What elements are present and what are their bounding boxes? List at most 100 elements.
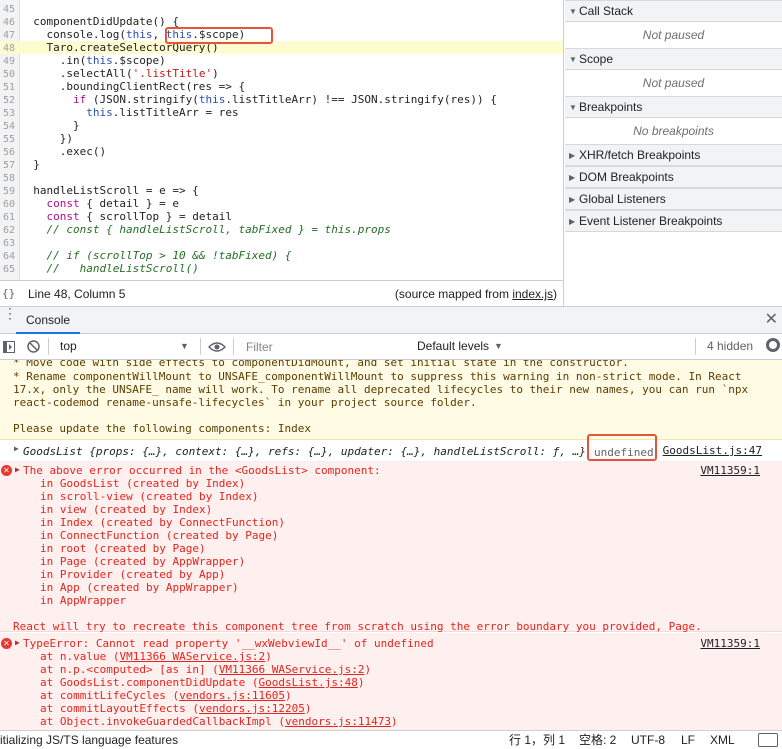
logged-object[interactable]: GoodsList {props: {…}, context: {…}, ref… bbox=[23, 445, 586, 458]
cursor-line-col[interactable]: 行 1，列 1 bbox=[509, 731, 565, 749]
stack-frame: at commitLifeCycles (vendors.js:11605) bbox=[40, 689, 292, 702]
code-line[interactable]: 58 bbox=[0, 171, 563, 184]
close-drawer-icon[interactable]: ✕ bbox=[765, 311, 778, 329]
frame-source-link[interactable]: vendors.js:11605 bbox=[179, 689, 285, 702]
frame-source-link[interactable]: GoodsList.js:48 bbox=[259, 676, 358, 689]
code-line[interactable]: 56 .exec() bbox=[0, 145, 563, 158]
line-number[interactable]: 65 bbox=[0, 263, 20, 276]
language-mode[interactable]: XML bbox=[710, 731, 735, 749]
code-line[interactable]: 60 const { detail } = e bbox=[0, 197, 563, 210]
tab-console[interactable]: Console bbox=[16, 307, 81, 334]
component-stack-line: in root (created by Page) bbox=[40, 542, 206, 555]
react-error-message: ✕ ▶ The above error occurred in the <Goo… bbox=[0, 462, 782, 633]
collapse-triangle-icon: ▼ bbox=[569, 103, 577, 112]
pane-global-listeners[interactable]: ▶ Global Listeners bbox=[565, 188, 782, 210]
context-dropdown-icon[interactable]: ▼ bbox=[180, 334, 189, 359]
code-line[interactable]: 59 handleListScroll = e => { bbox=[0, 184, 563, 197]
pane-title: Event Listener Breakpoints bbox=[579, 214, 723, 228]
code-line[interactable]: 63 bbox=[0, 236, 563, 249]
frame-function: at Object.invokeGuardedCallbackImpl ( bbox=[40, 715, 286, 728]
stack-frame: at Object.invokeGuardedCallbackImpl (ven… bbox=[40, 715, 398, 728]
expand-error-icon[interactable]: ▶ bbox=[15, 638, 20, 647]
pane-call-stack[interactable]: ▼ Call Stack bbox=[565, 0, 782, 22]
clear-console-icon[interactable] bbox=[27, 340, 40, 353]
pane-breakpoints[interactable]: ▼ Breakpoints bbox=[565, 96, 782, 118]
indent-spaces[interactable]: 空格: 2 bbox=[579, 731, 616, 749]
warning-line: * Move code with side effects to compone… bbox=[13, 360, 629, 369]
component-stack-line: in Index (created by ConnectFunction) bbox=[40, 516, 286, 529]
code-line[interactable]: 49 .in(this.$scope) bbox=[0, 54, 563, 67]
code-line[interactable]: 54 } bbox=[0, 119, 563, 132]
file-encoding[interactable]: UTF-8 bbox=[631, 731, 665, 749]
expand-triangle-icon: ▶ bbox=[569, 217, 576, 226]
source-editor[interactable]: 45 46 componentDidUpdate() {47 console.lo… bbox=[0, 0, 564, 280]
frame-source-link[interactable]: VM11366 WAService.js:2 bbox=[119, 650, 265, 663]
error-icon: ✕ bbox=[1, 465, 12, 476]
frame-source-link[interactable]: vendors.js:11473 bbox=[285, 715, 391, 728]
code-text: if (JSON.stringify(this.listTitleArr) !=… bbox=[72, 93, 497, 106]
code-line[interactable]: 47 console.log(this, this.$scope) bbox=[0, 28, 563, 41]
pane-scope[interactable]: ▼ Scope bbox=[565, 48, 782, 70]
error-heading: The above error occurred in the <GoodsLi… bbox=[23, 464, 381, 477]
collapse-triangle-icon: ▼ bbox=[569, 55, 577, 64]
console-toolbar: top ▼ Default levels ▼ 4 hidden bbox=[0, 334, 782, 360]
drawer-menu-icon[interactable]: ⋮ bbox=[3, 306, 17, 320]
live-expression-eye-icon[interactable] bbox=[208, 341, 226, 353]
stack-frame: at n.p.<computed> [as in] (VM11366 WASer… bbox=[40, 663, 371, 676]
warning-line: 17.x, only the UNSAFE_ name will work. T… bbox=[13, 383, 749, 396]
frame-source-link[interactable]: VM11366 WAService.js:2 bbox=[219, 663, 365, 676]
code-line[interactable]: 65 // handleListScroll() bbox=[0, 262, 563, 275]
frame-function: at GoodsList.componentDidUpdate ( bbox=[40, 676, 259, 689]
code-line[interactable]: 51 .boundingClientRect(res => { bbox=[0, 80, 563, 93]
frame-close: ) bbox=[265, 650, 272, 663]
context-selector[interactable]: top bbox=[60, 334, 77, 359]
code-line[interactable]: 53 this.listTitleArr = res bbox=[0, 106, 563, 119]
warning-line: react-codemod rename-unsafe-lifecycles` … bbox=[13, 396, 477, 409]
code-line[interactable]: 52 if (JSON.stringify(this.listTitleArr)… bbox=[0, 93, 563, 106]
drawer-tab-bar: ⋮ Console ✕ bbox=[0, 306, 782, 334]
stack-frame: at n.value (VM11366 WAService.js:2) bbox=[40, 650, 272, 663]
notifications-icon[interactable] bbox=[758, 733, 778, 747]
source-map-link[interactable]: index.js bbox=[512, 287, 553, 301]
end-of-line[interactable]: LF bbox=[681, 731, 695, 749]
pretty-print-button[interactable]: {} bbox=[2, 287, 15, 300]
code-line[interactable]: 48 Taro.createSelectorQuery() bbox=[0, 41, 563, 54]
code-text: .in(this.$scope) bbox=[20, 54, 166, 67]
code-line[interactable]: 55 }) bbox=[0, 132, 563, 145]
pane-xhr-breakpoints[interactable]: ▶ XHR/fetch Breakpoints bbox=[565, 144, 782, 166]
pane-title: Breakpoints bbox=[579, 100, 643, 114]
code-line[interactable]: 50 .selectAll('.listTitle') bbox=[0, 67, 563, 80]
annotation-box-this-scope bbox=[165, 27, 273, 44]
code-line[interactable]: 62 // const { handleListScroll, tabFixed… bbox=[0, 223, 563, 236]
expand-object-icon[interactable]: ▶ bbox=[14, 444, 19, 453]
code-line[interactable]: 46 componentDidUpdate() { bbox=[0, 15, 563, 28]
filter-input[interactable] bbox=[240, 337, 400, 356]
console-log-row[interactable]: ▶ GoodsList {props: {…}, context: {…}, r… bbox=[0, 440, 782, 462]
component-stack-line: in GoodsList (created by Index) bbox=[40, 477, 246, 490]
code-text: const { scrollTop } = detail bbox=[46, 210, 232, 223]
annotation-box-undefined bbox=[587, 434, 657, 461]
component-stack-line: in view (created by Index) bbox=[40, 503, 213, 516]
frame-source-link[interactable]: vendors.js:12205 bbox=[199, 702, 305, 715]
source-map-prefix: (source mapped from bbox=[394, 287, 513, 301]
code-text: } bbox=[20, 158, 40, 171]
error-source-link[interactable]: VM11359:1 bbox=[700, 637, 760, 650]
code-line[interactable]: 57 } bbox=[0, 158, 563, 171]
pane-title: Call Stack bbox=[579, 4, 634, 18]
expand-error-icon[interactable]: ▶ bbox=[15, 465, 20, 474]
frame-close: ) bbox=[357, 676, 365, 689]
log-source-link[interactable]: GoodsList.js:47 bbox=[663, 444, 762, 457]
warning-line: Please update the following components: … bbox=[13, 422, 312, 435]
console-settings-gear-icon[interactable] bbox=[766, 338, 780, 352]
console-messages[interactable]: * Move code with side effects to compone… bbox=[0, 360, 782, 730]
code-line[interactable]: 64 // if (scrollTop > 10 && !tabFixed) { bbox=[0, 249, 563, 262]
log-levels-dropdown[interactable]: Default levels bbox=[417, 334, 489, 359]
pane-event-listener-breakpoints[interactable]: ▶ Event Listener Breakpoints bbox=[565, 210, 782, 232]
code-line[interactable]: 45 bbox=[0, 2, 563, 15]
log-levels-dropdown-icon[interactable]: ▼ bbox=[494, 334, 503, 359]
code-line[interactable]: 61 const { scrollTop } = detail bbox=[0, 210, 563, 223]
code-text: // const { handleListScroll, tabFixed } … bbox=[46, 223, 391, 236]
pane-dom-breakpoints[interactable]: ▶ DOM Breakpoints bbox=[565, 166, 782, 188]
error-source-link[interactable]: VM11359:1 bbox=[700, 464, 760, 477]
show-sidebar-icon[interactable] bbox=[3, 341, 15, 353]
